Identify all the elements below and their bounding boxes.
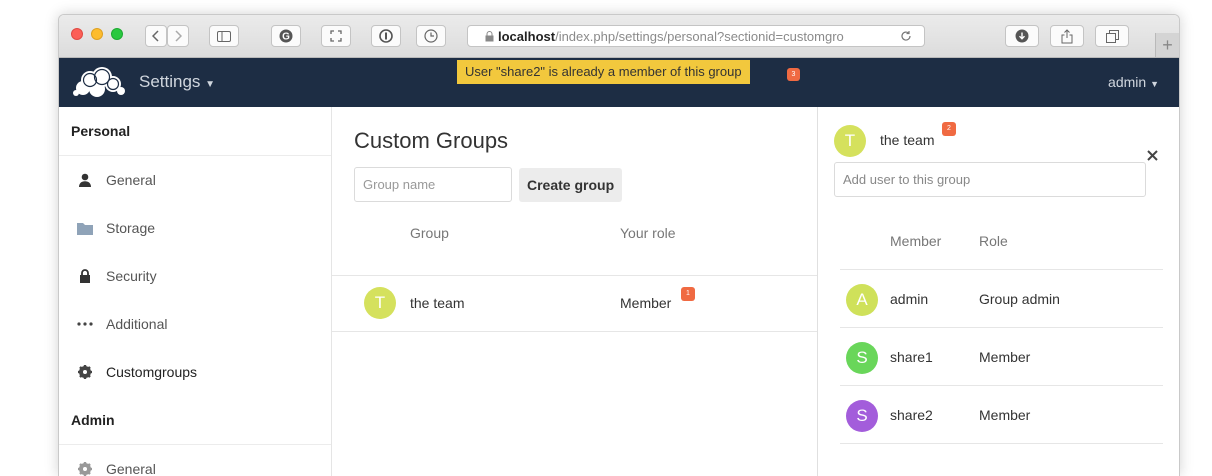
- back-button[interactable]: [145, 25, 167, 47]
- download-icon: [1015, 29, 1029, 43]
- divider: [332, 331, 817, 332]
- column-header-member: Member: [890, 233, 942, 249]
- browser-window: G localhost/index.php/settings/personal?…: [58, 14, 1180, 476]
- page-title: Custom Groups: [354, 128, 509, 153]
- sidebar-heading-admin: Admin: [59, 396, 331, 445]
- sidebar-icon: [217, 30, 231, 42]
- sidebar-item-label: General: [106, 461, 156, 476]
- minimize-window-button[interactable]: [91, 28, 103, 40]
- member-role: Member: [979, 349, 1031, 365]
- create-group-button[interactable]: Create group: [519, 168, 623, 202]
- member-name: share1: [890, 349, 933, 365]
- member-role: Member: [979, 407, 1031, 423]
- role-value: Member: [620, 295, 672, 311]
- sidebar-item-customgroups[interactable]: Customgroups: [59, 348, 331, 396]
- new-tab-icon: +: [1162, 35, 1173, 55]
- divider: [840, 385, 1163, 386]
- column-header-group: Group: [410, 225, 449, 241]
- member-name: share2: [890, 407, 933, 423]
- app-menu-toggle[interactable]: Settings ▼: [139, 72, 215, 92]
- forward-icon: [175, 30, 182, 42]
- new-tab-button[interactable]: +: [1155, 33, 1179, 57]
- member-avatar: S: [846, 400, 878, 432]
- user-name: admin: [1108, 74, 1147, 90]
- notification-banner: User "share2" is already a member of thi…: [457, 60, 750, 84]
- browser-toolbar: G localhost/index.php/settings/personal?…: [59, 15, 1179, 58]
- fullscreen-button[interactable]: [321, 25, 351, 47]
- group-name: the team: [410, 295, 465, 311]
- svg-text:G: G: [282, 32, 290, 43]
- member-avatar: S: [846, 342, 878, 374]
- sidebar-item-security[interactable]: Security: [59, 252, 331, 300]
- member-avatar: A: [846, 284, 878, 316]
- sidebar-toggle-button[interactable]: [209, 25, 239, 47]
- member-role: Group admin: [979, 291, 1060, 307]
- sidebar-heading-personal: Personal: [59, 107, 331, 156]
- divider: [840, 327, 1163, 328]
- user-menu[interactable]: admin ▼: [1108, 74, 1159, 90]
- sidebar-item-label: Storage: [106, 220, 156, 236]
- show-tabs-button[interactable]: [1095, 25, 1129, 47]
- column-header-role: Your role: [620, 225, 676, 241]
- downloads-button[interactable]: [1005, 25, 1039, 47]
- forward-button[interactable]: [167, 25, 189, 47]
- caret-down-icon: ▼: [1150, 79, 1159, 89]
- more-icon: [77, 300, 93, 348]
- back-icon: [152, 30, 159, 42]
- gear-icon: [77, 348, 93, 396]
- panel-group-avatar: T: [834, 125, 866, 157]
- caret-down-icon: ▼: [205, 79, 216, 90]
- history-icon: [424, 29, 438, 43]
- password-icon: [379, 29, 393, 43]
- owncloud-logo[interactable]: [71, 66, 129, 98]
- address-bar[interactable]: localhost/index.php/settings/personal?se…: [467, 25, 925, 47]
- settings-sidebar: Personal General Storage Security Additi…: [59, 107, 332, 476]
- add-user-input[interactable]: [834, 162, 1146, 197]
- url-host: localhost: [498, 28, 556, 44]
- gear-icon: [77, 445, 93, 476]
- sidebar-item-label: Additional: [106, 316, 168, 332]
- sidebar-item-additional[interactable]: Additional: [59, 300, 331, 348]
- divider: [840, 269, 1163, 270]
- group-avatar: T: [364, 287, 396, 319]
- share-button[interactable]: [1050, 25, 1084, 47]
- sidebar-item-storage[interactable]: Storage: [59, 204, 331, 252]
- app-header: Settings ▼ User "share2" is already a me…: [59, 58, 1179, 107]
- grammarly-icon: G: [279, 29, 293, 43]
- panel-badge: 2: [942, 122, 956, 136]
- user-icon: [77, 156, 93, 204]
- lock-icon: [77, 252, 93, 300]
- group-name-input[interactable]: [354, 167, 512, 202]
- sidebar-item-label: General: [106, 172, 156, 188]
- zoom-window-button[interactable]: [111, 28, 123, 40]
- fullscreen-icon: [330, 30, 342, 42]
- grammarly-button[interactable]: G: [271, 25, 301, 47]
- share-icon: [1061, 28, 1073, 43]
- password-manager-button[interactable]: [371, 25, 401, 47]
- member-name: admin: [890, 291, 929, 307]
- divider: [840, 443, 1163, 444]
- notification-badge: 3: [787, 68, 800, 81]
- sidebar-item-label: Customgroups: [106, 364, 198, 380]
- sidebar-item-label: Security: [106, 268, 157, 284]
- custom-groups-section: Custom Groups Create group Group Your ro…: [332, 107, 817, 476]
- sidebar-item-admin-general[interactable]: General: [59, 445, 331, 476]
- column-header-role: Role: [979, 233, 1008, 249]
- panel-group-name: the team: [880, 132, 935, 148]
- history-button[interactable]: [416, 25, 446, 47]
- group-details-panel: T the team 2 Member Role A admin Group a…: [817, 107, 1179, 476]
- role-badge: 1: [681, 287, 695, 301]
- divider: [332, 275, 817, 276]
- sidebar-item-general[interactable]: General: [59, 156, 331, 204]
- close-window-button[interactable]: [71, 28, 83, 40]
- folder-icon: [77, 204, 93, 252]
- url-path: /index.php/settings/personal?sectionid=c…: [555, 28, 844, 44]
- close-icon[interactable]: [1147, 150, 1158, 161]
- app-title: Settings: [139, 72, 201, 91]
- tabs-icon: [1105, 29, 1119, 43]
- reload-icon[interactable]: [900, 30, 912, 42]
- lock-icon: [485, 31, 494, 42]
